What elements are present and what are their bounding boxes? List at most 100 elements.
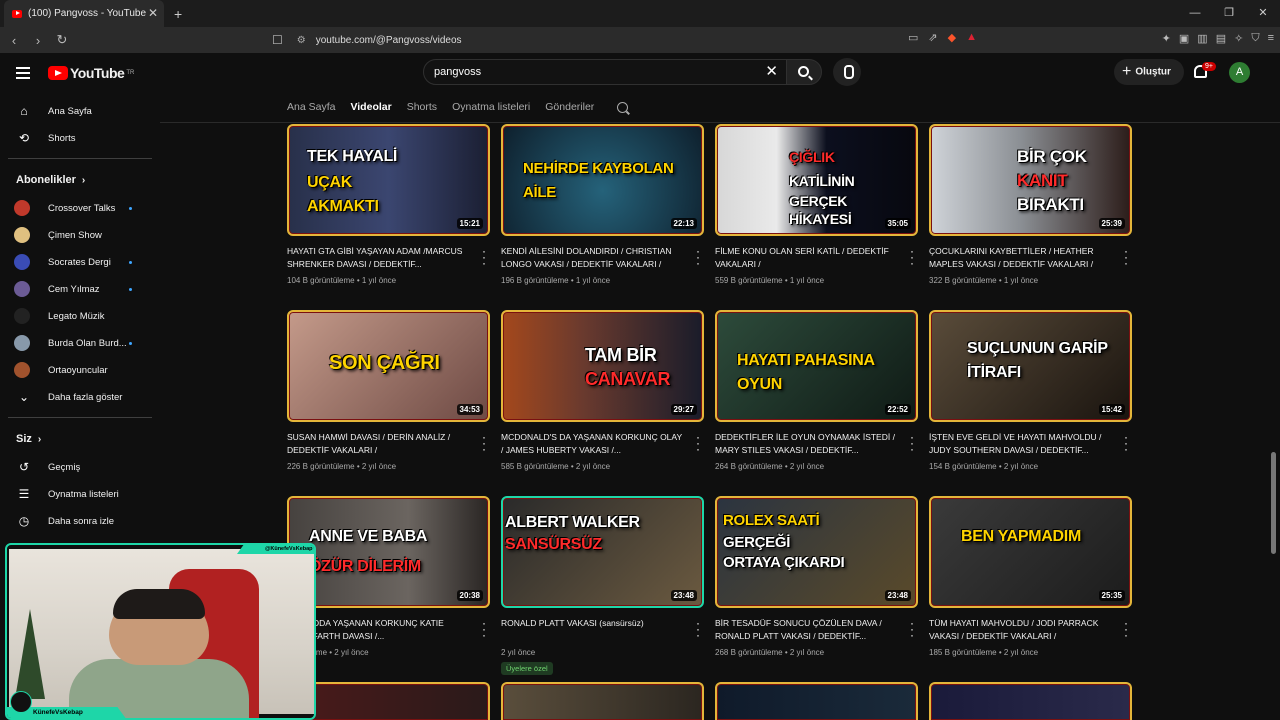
video-thumbnail[interactable] bbox=[929, 682, 1132, 720]
video-thumbnail[interactable] bbox=[715, 682, 918, 720]
search-input[interactable]: pangvoss ✕ bbox=[423, 59, 787, 85]
back-icon[interactable]: ‹ bbox=[4, 33, 24, 48]
video-title[interactable]: DEDEKTİFLER İLE OYUN OYNAMAK İSTEDİ / MA… bbox=[715, 431, 900, 457]
cast-icon[interactable]: ▭ bbox=[908, 31, 918, 44]
sidebar-item-subscription[interactable]: Cem Yılmaz bbox=[0, 276, 160, 303]
video-title[interactable]: ÇOCUKLARINI KAYBETTİLER / HEATHER MAPLES… bbox=[929, 245, 1114, 271]
more-actions-icon[interactable]: · · · bbox=[1122, 431, 1130, 455]
screenshot-icon[interactable]: ▣ bbox=[1179, 32, 1189, 45]
tab-videos[interactable]: Videolar bbox=[350, 101, 391, 113]
more-actions-icon[interactable]: · · · bbox=[480, 245, 488, 269]
video-card[interactable]: SUÇLUNUN GARİP İTİRAFI 15:42 İŞTEN EVE GELD… bbox=[929, 310, 1132, 471]
more-actions-icon[interactable]: · · · bbox=[1122, 617, 1130, 641]
new-tab-button[interactable]: + bbox=[174, 6, 182, 22]
tab-playlists[interactable]: Oynatma listeleri bbox=[452, 101, 530, 113]
reload-icon[interactable]: ↻ bbox=[52, 32, 72, 48]
subscriptions-heading[interactable]: Abonelikler › bbox=[0, 165, 160, 195]
video-title[interactable]: KENDİ AİLESİNİ DOLANDIRDI / CHRISTIAN LO… bbox=[501, 245, 686, 271]
more-actions-icon[interactable]: · · · bbox=[908, 245, 916, 269]
you-heading[interactable]: Siz › bbox=[0, 424, 160, 454]
video-thumbnail[interactable]: SUÇLUNUN GARİP İTİRAFI 15:42 bbox=[929, 310, 1132, 422]
tab-home[interactable]: Ana Sayfa bbox=[287, 101, 335, 113]
video-title[interactable]: İŞTEN EVE GELDİ VE HAYATI MAHVOLDU / JUD… bbox=[929, 431, 1114, 457]
create-button[interactable]: + Oluştur bbox=[1114, 59, 1184, 85]
channel-search-icon[interactable] bbox=[617, 101, 629, 113]
sidebar-item-shorts[interactable]: ⟲ Shorts bbox=[0, 125, 160, 152]
avatar[interactable]: A bbox=[1229, 62, 1250, 83]
tab-posts[interactable]: Gönderiler bbox=[545, 101, 594, 113]
video-thumbnail[interactable]: ANNE VE BABA ÖZÜR DİLERİM 20:38 bbox=[287, 496, 490, 608]
video-card[interactable]: ÇIĞLIK KATİLİNİN GERÇEK HİKAYESİ 35:05 FİLME… bbox=[715, 124, 918, 285]
search-button[interactable] bbox=[786, 59, 822, 85]
sidebar-item-subscription[interactable]: Ortaoyuncular bbox=[0, 357, 160, 384]
browser-tab[interactable]: (100) Pangvoss - YouTube ✕ bbox=[4, 0, 164, 27]
sidebar-item-subscription[interactable]: Crossover Talks bbox=[0, 195, 160, 222]
more-actions-icon[interactable]: · · · bbox=[694, 245, 702, 269]
url-field[interactable]: ⚙ youtube.com/@Pangvoss/videos bbox=[297, 35, 462, 46]
video-thumbnail[interactable] bbox=[287, 682, 490, 720]
video-card[interactable]: TEK HAYALİ UÇAK AKMAKTI 15:21 HAYATI GTA GİB… bbox=[287, 124, 490, 285]
restore-icon[interactable]: ❐ bbox=[1212, 0, 1246, 27]
video-thumbnail[interactable]: HAYATI PAHASINA OYUN 22:52 bbox=[715, 310, 918, 422]
video-card[interactable]: HAYATI PAHASINA OYUN 22:52 DEDEKTİFLER İLE … bbox=[715, 310, 918, 471]
video-title[interactable]: BİR TESADÜF SONUCU ÇÖZÜLEN DAVA / RONALD… bbox=[715, 617, 900, 643]
close-window-icon[interactable]: ✕ bbox=[1246, 0, 1280, 27]
show-more-button[interactable]: ⌄ Daha fazla göster bbox=[0, 384, 160, 411]
more-actions-icon[interactable]: · · · bbox=[908, 617, 916, 641]
video-title[interactable]: FİLME KONU OLAN SERİ KATİL / DEDEKTİF VA… bbox=[715, 245, 900, 271]
close-tab-icon[interactable]: ✕ bbox=[148, 6, 158, 20]
scrollbar-thumb[interactable] bbox=[1271, 452, 1276, 554]
clear-search-icon[interactable]: ✕ bbox=[765, 60, 778, 84]
more-actions-icon[interactable]: · · · bbox=[694, 431, 702, 455]
video-card[interactable]: ANNE VE BABA ÖZÜR DİLERİM 20:38 K DEPODA YA… bbox=[287, 496, 490, 657]
video-card[interactable]: BİR ÇOK KANIT BIRAKTI 25:39 ÇOCUKLARINI KAYB… bbox=[929, 124, 1132, 285]
sidebar-item-playlists[interactable]: ☰ Oynatma listeleri bbox=[0, 481, 160, 508]
share-icon[interactable]: ⇗ bbox=[928, 31, 937, 44]
sidebar-item-subscription[interactable]: Çimen Show bbox=[0, 222, 160, 249]
video-title[interactable]: RONALD PLATT VAKASI (sansürsüz) bbox=[501, 617, 686, 643]
video-card[interactable]: TAM BİR CANAVAR 29:27 MCDONALD'S DA YAŞANAN… bbox=[501, 310, 704, 471]
sidebar-item-subscription[interactable]: Legato Müzik bbox=[0, 303, 160, 330]
video-thumbnail[interactable]: TAM BİR CANAVAR 29:27 bbox=[501, 310, 704, 422]
bookmark-icon[interactable]: ☐ bbox=[272, 33, 283, 47]
sidebar-item-history[interactable]: ↺ Geçmiş bbox=[0, 454, 160, 481]
sidebar-icon[interactable]: ▥ bbox=[1197, 32, 1207, 45]
video-title[interactable]: SUSAN HAMWİ DAVASI / DERİN ANALİZ / DEDE… bbox=[287, 431, 472, 457]
voice-search-button[interactable] bbox=[833, 58, 861, 86]
wallet-icon[interactable]: ▤ bbox=[1216, 32, 1226, 45]
video-card[interactable]: ROLEX SAATİ GERÇEĞİ ORTAYA ÇIKARDI 23:48 BİR… bbox=[715, 496, 918, 657]
more-actions-icon[interactable]: · · · bbox=[694, 617, 702, 641]
video-thumbnail[interactable]: BEN YAPMADIM 25:35 bbox=[929, 496, 1132, 608]
video-thumbnail[interactable]: ROLEX SAATİ GERÇEĞİ ORTAYA ÇIKARDI 23:48 bbox=[715, 496, 918, 608]
video-thumbnail[interactable]: ALBERT WALKER SANSÜRSÜZ 23:48 bbox=[501, 496, 704, 608]
menu-icon[interactable]: ≡ bbox=[1268, 32, 1274, 45]
sidebar-item-home[interactable]: ⌂ Ana Sayfa bbox=[0, 98, 160, 125]
youtube-logo[interactable]: YouTube TR bbox=[48, 65, 134, 81]
menu-icon[interactable] bbox=[16, 67, 30, 82]
sidebar-item-subscription[interactable]: Burda Olan Burd... bbox=[0, 330, 160, 357]
video-thumbnail[interactable]: NEHİRDE KAYBOLAN AİLE 22:13 bbox=[501, 124, 704, 236]
video-card[interactable]: SON ÇAĞRI 34:53 SUSAN HAMWİ DAVASI / DERİN… bbox=[287, 310, 490, 471]
sidebar-item-watch-later[interactable]: ◷ Daha sonra izle bbox=[0, 508, 160, 535]
rewards-icon[interactable]: ▲ bbox=[966, 31, 977, 44]
tab-shorts[interactable]: Shorts bbox=[407, 101, 437, 113]
video-thumbnail[interactable]: TEK HAYALİ UÇAK AKMAKTI 15:21 bbox=[287, 124, 490, 236]
site-info-icon[interactable]: ⚙ bbox=[297, 35, 306, 46]
video-thumbnail[interactable] bbox=[501, 682, 704, 720]
forward-icon[interactable]: › bbox=[28, 33, 48, 48]
vpn-icon[interactable]: ⛉ bbox=[1251, 32, 1259, 45]
minimize-icon[interactable]: — bbox=[1178, 0, 1212, 27]
more-actions-icon[interactable]: · · · bbox=[1122, 245, 1130, 269]
more-actions-icon[interactable]: · · · bbox=[480, 431, 488, 455]
sidebar-item-subscription[interactable]: Socrates Dergi bbox=[0, 249, 160, 276]
video-title[interactable]: MCDONALD'S DA YAŞANAN KORKUNÇ OLAY / JAM… bbox=[501, 431, 686, 457]
video-card[interactable]: NEHİRDE KAYBOLAN AİLE 22:13 KENDİ AİLESİNİ … bbox=[501, 124, 704, 285]
brave-shield-icon[interactable]: ◆ bbox=[948, 31, 956, 44]
video-thumbnail[interactable]: SON ÇAĞRI 34:53 bbox=[287, 310, 490, 422]
video-thumbnail[interactable]: BİR ÇOK KANIT BIRAKTI 25:39 bbox=[929, 124, 1132, 236]
video-title[interactable]: HAYATI GTA GİBİ YAŞAYAN ADAM /MARCUS SHR… bbox=[287, 245, 472, 271]
more-actions-icon[interactable]: · · · bbox=[480, 617, 488, 641]
more-actions-icon[interactable]: · · · bbox=[908, 431, 916, 455]
video-card[interactable]: ALBERT WALKER SANSÜRSÜZ 23:48 RONALD PLATT … bbox=[501, 496, 704, 676]
video-card[interactable]: BEN YAPMADIM 25:35 TÜM HAYATI MAHVOLDU / J… bbox=[929, 496, 1132, 657]
